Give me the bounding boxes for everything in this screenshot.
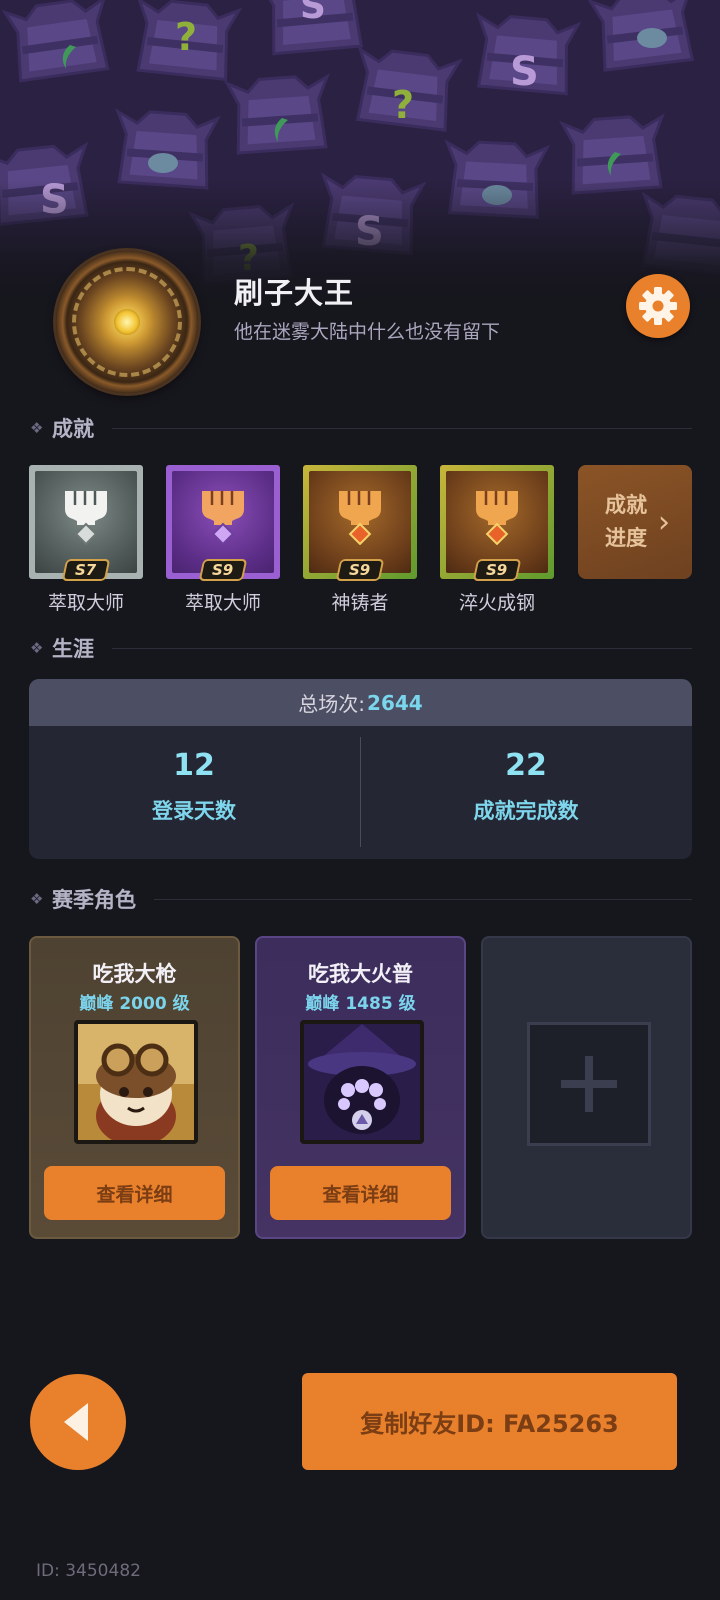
view-details-button[interactable]: 查看详细 [44,1166,225,1220]
diamond-icon: ❖ [30,419,44,437]
section-header-season-characters: ❖ 赛季角色 [30,884,692,914]
fist-icon [339,491,381,545]
diamond-icon: ❖ [30,890,44,908]
section-divider [154,898,692,900]
character-name: 吃我大枪 [92,962,177,986]
character-level: 巅峰 1485 级 [305,994,416,1014]
total-matches-value: 2644 [367,690,423,715]
avatar-core [114,309,140,335]
settings-button[interactable] [626,274,690,338]
achievement-progress-label: 成就 进度 [605,493,647,550]
character-card: 吃我大火普 巅峰 1485 级 查看详细 [255,936,466,1239]
svg-text:?: ? [175,15,197,59]
stat-label: 登录天数 [152,799,236,823]
diamond-icon: ❖ [30,639,44,657]
fist-icon [476,491,518,545]
achievement-item[interactable]: S9 淬火成钢 [440,465,554,615]
season-badge: S7 [61,559,111,581]
fist-icon [202,491,244,545]
character-card: 吃我大枪 巅峰 2000 级 查看详细 [29,936,240,1239]
gunner-portrait-image [78,1024,194,1140]
section-header-achievements: ❖ 成就 [30,413,692,443]
achievement-label: 萃取大师 [184,592,261,614]
mage-portrait-image [304,1024,420,1140]
player-avatar[interactable] [56,251,198,393]
view-details-button[interactable]: 查看详细 [270,1166,451,1220]
achievement-item[interactable]: S9 萃取大师 [166,465,280,615]
gear-icon [639,287,677,325]
career-panel: 总场次: 2644 12 登录天数 22 成就完成数 [29,679,692,859]
back-button[interactable] [30,1374,126,1470]
character-level: 巅峰 2000 级 [79,994,190,1014]
user-id-label: ID: 3450482 [36,1561,141,1581]
character-portrait[interactable] [74,1020,198,1144]
stat-login-days: 12 登录天数 [29,726,359,859]
achievement-label: 淬火成钢 [458,592,535,614]
section-divider [112,647,692,649]
total-matches-bar: 总场次: 2644 [29,679,692,726]
section-title: 赛季角色 [52,888,136,912]
plus-icon [561,1056,617,1112]
character-name: 吃我大火普 [308,962,413,986]
achievement-item[interactable]: S7 萃取大师 [29,465,143,615]
character-portrait[interactable] [300,1020,424,1144]
triangle-left-icon [64,1403,88,1441]
fist-icon [65,491,107,545]
stat-achievements-completed: 22 成就完成数 [361,726,691,859]
chevron-right-icon: › [658,504,670,540]
total-matches-label: 总场次: [298,692,366,716]
copy-friend-id-button[interactable]: 复制好友ID: FA25263 [302,1373,677,1470]
season-badge: S9 [198,559,248,581]
section-divider [112,427,692,429]
add-slot-box [527,1022,651,1146]
achievement-label: 萃取大师 [47,592,124,614]
svg-text:S: S [300,0,326,27]
player-name: 刷子大王 [234,276,355,310]
section-header-career: ❖ 生涯 [30,633,692,663]
achievement-progress-button[interactable]: 成就 进度 › [578,465,692,579]
achievement-item[interactable]: S9 神铸者 [303,465,417,615]
svg-text:S: S [510,49,539,95]
section-title: 成就 [52,417,94,441]
add-character-slot[interactable] [481,936,692,1239]
stat-label: 成就完成数 [473,799,579,823]
stat-value: 22 [505,748,547,783]
player-signature: 他在迷雾大陆中什么也没有留下 [234,321,501,343]
section-title: 生涯 [52,637,94,661]
season-badge: S9 [335,559,385,581]
achievement-label: 神铸者 [331,592,389,614]
season-badge: S9 [472,559,522,581]
stat-value: 12 [173,748,215,783]
svg-text:?: ? [392,83,414,127]
